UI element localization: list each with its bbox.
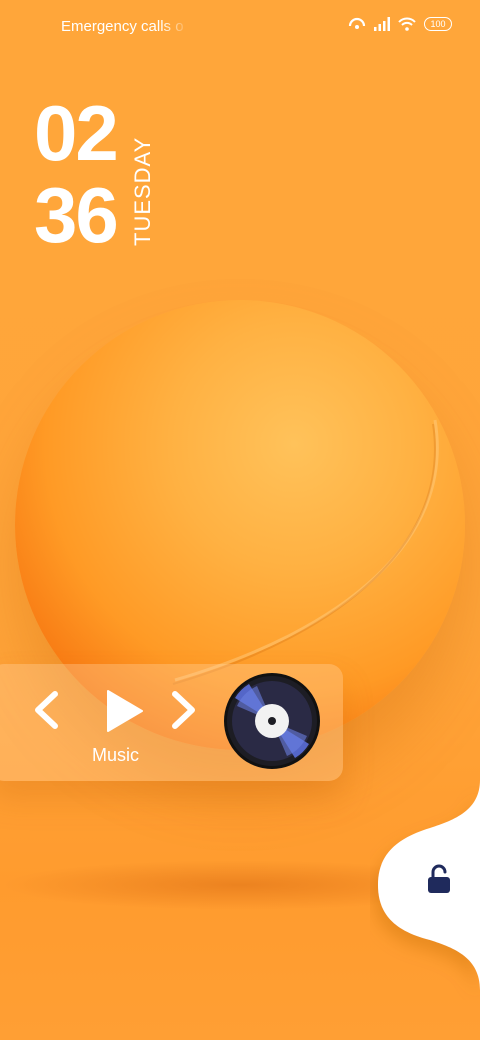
unlocked-padlock-icon <box>428 864 450 893</box>
unlock-tab[interactable] <box>370 780 480 1000</box>
play-icon <box>107 690 143 732</box>
next-icon <box>172 691 195 729</box>
battery-level: 100 <box>430 18 446 29</box>
previous-icon <box>35 691 58 729</box>
unlock-button[interactable] <box>426 864 452 894</box>
status-text-fade <box>160 16 190 40</box>
vinyl-disc-icon <box>232 681 312 761</box>
clock-hour: 02 <box>34 89 119 177</box>
previous-button[interactable] <box>30 690 62 730</box>
clock-minute: 36 <box>34 171 119 259</box>
clock-day: TUESDAY <box>130 136 155 246</box>
status-bar: Emergency calls o 100 <box>0 0 480 56</box>
vinyl-disc-button[interactable] <box>224 673 320 769</box>
play-button[interactable] <box>102 688 146 734</box>
wifi-icon <box>398 17 416 31</box>
battery-icon: 100 <box>424 17 452 31</box>
next-button[interactable] <box>168 690 200 730</box>
hotspot-icon <box>348 17 366 29</box>
signal-icon <box>374 17 390 31</box>
unlock-tab-shape <box>378 780 480 990</box>
music-label: Music <box>92 745 140 765</box>
status-icons: 100 <box>348 17 452 31</box>
